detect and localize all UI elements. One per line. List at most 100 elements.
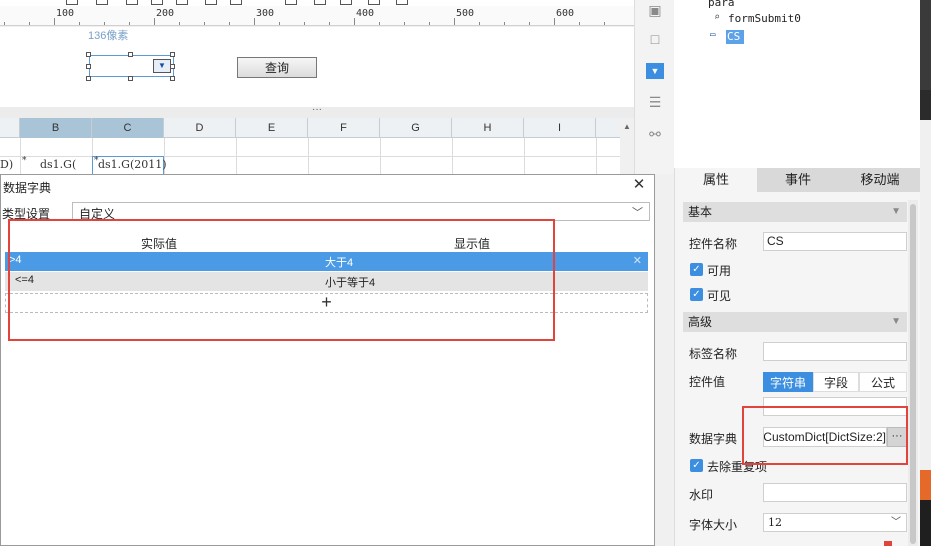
- close-icon[interactable]: ✕: [631, 177, 647, 193]
- column-header-b[interactable]: B: [20, 118, 92, 138]
- cell-mark: *: [22, 156, 27, 166]
- delete-row-icon[interactable]: ✕: [633, 254, 642, 267]
- ruler-label: 400: [356, 8, 375, 19]
- panel-splitter[interactable]: ···: [0, 105, 634, 118]
- adjacent-window-edge: [920, 0, 931, 546]
- list-icon[interactable]: ☰: [646, 94, 664, 110]
- control-value-label: 控件值: [689, 375, 726, 389]
- collapse-icon[interactable]: ▼: [891, 202, 901, 222]
- column-header-f[interactable]: F: [308, 118, 380, 138]
- font-size-label: 字体大小: [689, 518, 738, 532]
- tag-name-field[interactable]: [763, 342, 907, 361]
- combo-dropdown-icon[interactable]: ▼: [153, 59, 171, 73]
- box-widget-icon[interactable]: ▣: [646, 2, 664, 18]
- ruler-label: 500: [456, 8, 475, 19]
- enabled-label: 可用: [707, 264, 732, 278]
- tree-node-cs[interactable]: CS: [726, 30, 744, 44]
- tree-node-para[interactable]: para: [708, 0, 735, 9]
- toolbar-button[interactable]: [126, 0, 138, 5]
- ruler-label: 300: [256, 8, 275, 19]
- remove-duplicates-checkbox[interactable]: ✓: [690, 459, 703, 472]
- panel-tabs: 属性 事件 移动端: [675, 168, 921, 192]
- watermark-field[interactable]: [763, 483, 907, 502]
- resize-handle[interactable]: [170, 64, 175, 69]
- ruler-label: 200: [156, 8, 175, 19]
- combobox-icon[interactable]: ▼: [646, 63, 664, 79]
- column-header-i[interactable]: I: [524, 118, 596, 138]
- toolbar-button[interactable]: [176, 0, 188, 5]
- spreadsheet-grid[interactable]: D) * ds1.G( * ds1.G(2011): [0, 138, 620, 174]
- resize-handle[interactable]: [86, 52, 91, 57]
- value-mode-formula[interactable]: 公式: [859, 372, 907, 392]
- watermark-label: 水印: [689, 488, 714, 502]
- section-basic-title: 基本: [688, 205, 713, 219]
- toolbar-button[interactable]: [151, 0, 163, 5]
- enabled-checkbox[interactable]: ✓: [690, 263, 703, 276]
- visible-checkbox[interactable]: ✓: [690, 288, 703, 301]
- section-advanced-title: 高级: [688, 315, 713, 329]
- tree-node-formsubmit[interactable]: formSubmit0: [728, 12, 801, 25]
- red-marker: [884, 541, 892, 546]
- combo-node-icon: ▭: [710, 30, 716, 40]
- column-header-h[interactable]: H: [452, 118, 524, 138]
- tab-events[interactable]: 事件: [757, 168, 839, 192]
- toolbar-button[interactable]: [285, 0, 297, 5]
- toolbar-button[interactable]: [340, 0, 352, 5]
- resize-handle[interactable]: [170, 52, 175, 57]
- ruler-label: 600: [556, 8, 575, 19]
- scroll-up-icon[interactable]: ▲: [623, 122, 631, 131]
- chevron-down-icon[interactable]: ﹀: [891, 514, 901, 531]
- column-header-g[interactable]: G: [380, 118, 452, 138]
- column-header-d[interactable]: D: [164, 118, 236, 138]
- frame-icon[interactable]: □: [646, 31, 664, 47]
- section-basic[interactable]: 基本 ▼: [683, 202, 907, 222]
- control-name-field[interactable]: CS: [763, 232, 907, 251]
- cell-c[interactable]: ds1.G(2011): [98, 158, 167, 171]
- sheet-scrollbar[interactable]: ▲: [620, 118, 634, 174]
- resize-handle[interactable]: [128, 52, 133, 57]
- control-name-label: 控件名称: [689, 237, 738, 251]
- resize-handle[interactable]: [128, 76, 133, 81]
- query-button[interactable]: 查询: [237, 57, 317, 78]
- properties-panel: 属性 事件 移动端 基本 ▼ 控件名称 CS ✓ 可用 ✓ 可见 高级 ▼ 标签…: [674, 168, 921, 546]
- value-mode-field[interactable]: 字段: [813, 372, 859, 392]
- toolbar-button[interactable]: [396, 0, 408, 5]
- tag-name-label: 标签名称: [689, 347, 738, 361]
- toolbar-button[interactable]: [66, 0, 78, 5]
- toolbar-button[interactable]: [368, 0, 380, 5]
- resize-handle[interactable]: [170, 76, 175, 81]
- widget-toolbox: ▣ □ ▼ ☰ ⚯: [634, 0, 674, 174]
- highlight-box: [742, 406, 908, 465]
- widget-tree: para ⌕ formSubmit0 ▭: [674, 0, 931, 168]
- column-header-bar: B C D E F G H I: [0, 118, 620, 138]
- toolbar-button[interactable]: [314, 0, 326, 5]
- chevron-down-icon[interactable]: ﹀: [632, 204, 643, 220]
- toolbar-button[interactable]: [96, 0, 108, 5]
- font-size-select[interactable]: 12 ﹀: [763, 513, 907, 532]
- resize-handle[interactable]: [86, 64, 91, 69]
- visible-label: 可见: [707, 289, 732, 303]
- value-mode-string[interactable]: 字符串: [763, 372, 813, 392]
- font-size-value: 12: [768, 516, 782, 529]
- resize-handle[interactable]: [86, 76, 91, 81]
- toolbar-button[interactable]: [230, 0, 242, 5]
- tab-mobile[interactable]: 移动端: [839, 168, 921, 192]
- width-pixel-label: 136像素: [88, 30, 129, 42]
- submit-icon: ⌕: [714, 12, 721, 23]
- combobox-widget-cs[interactable]: ▼: [89, 55, 174, 77]
- dialog-title: 数据字典: [3, 181, 52, 195]
- column-header-c[interactable]: C: [92, 118, 164, 138]
- horizontal-ruler: 100 200 300 400 500 600: [0, 6, 634, 26]
- cell-a[interactable]: D): [0, 158, 13, 171]
- dictionary-label: 数据字典: [689, 432, 738, 446]
- column-header-e[interactable]: E: [236, 118, 308, 138]
- scrollbar-thumb[interactable]: [910, 204, 916, 544]
- section-advanced[interactable]: 高级 ▼: [683, 312, 907, 332]
- ruler-label: 100: [56, 8, 75, 19]
- tab-properties[interactable]: 属性: [675, 168, 757, 192]
- cell-b[interactable]: ds1.G(: [40, 158, 76, 171]
- collapse-icon[interactable]: ▼: [891, 312, 901, 332]
- toolbar-button[interactable]: [205, 0, 217, 5]
- link-icon[interactable]: ⚯: [646, 126, 664, 142]
- highlight-box: [8, 219, 555, 341]
